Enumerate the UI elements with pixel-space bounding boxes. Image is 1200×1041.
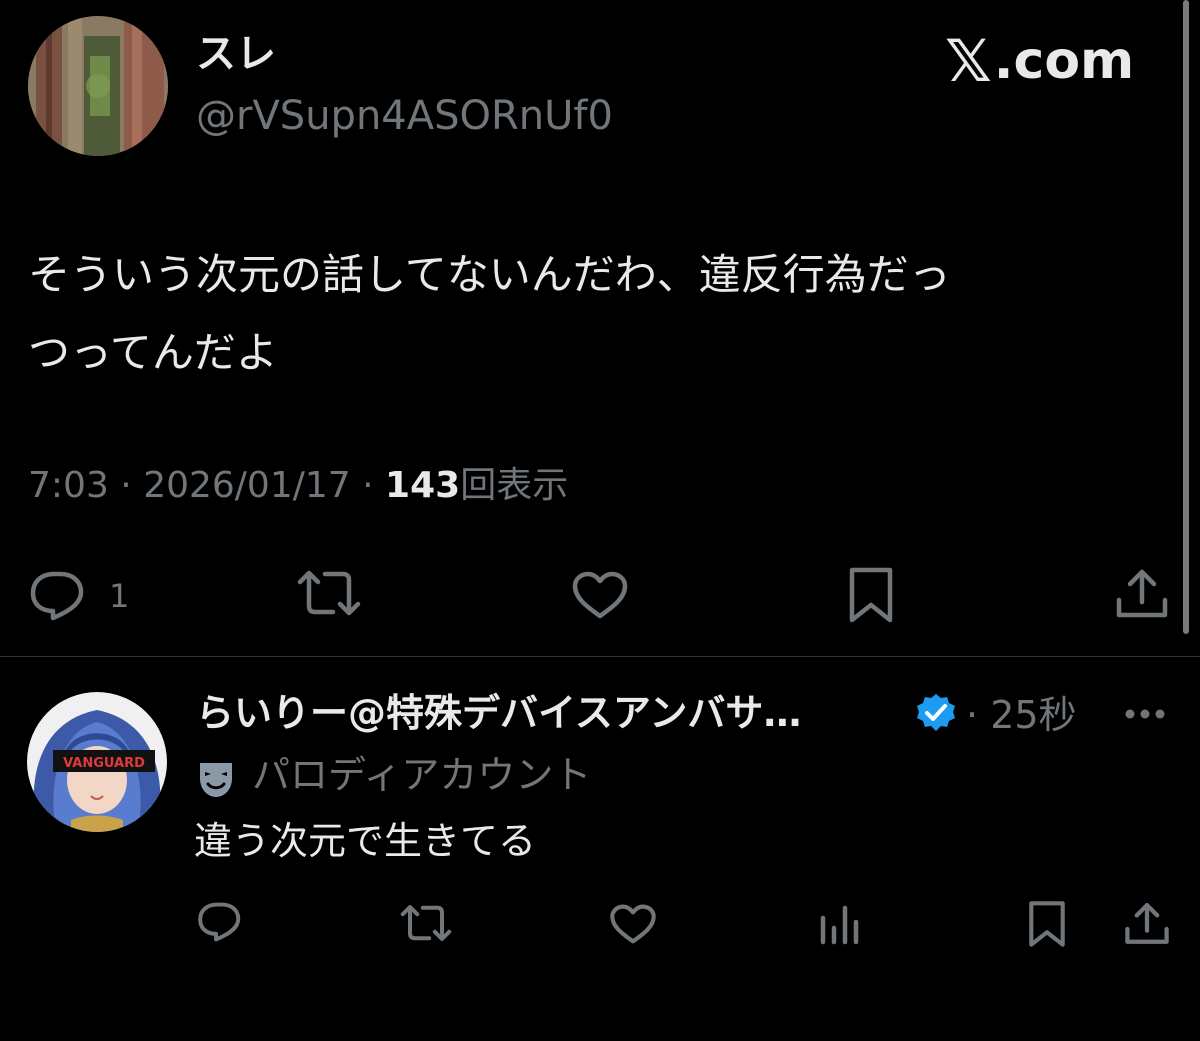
bookmark-icon — [1029, 901, 1065, 947]
views-label: 回表示 — [460, 465, 569, 506]
like-button[interactable] — [571, 570, 629, 620]
reply-display-name[interactable]: らいりー@特殊デバイスアンバサ… — [196, 694, 801, 732]
main-tweet-display-name[interactable]: スレ — [196, 34, 276, 74]
anime-avatar-image: VANGUARD — [27, 692, 167, 832]
tweet-divider — [0, 656, 1200, 657]
reply-count: 1 — [109, 577, 130, 615]
reply-avatar[interactable]: VANGUARD — [27, 692, 167, 832]
meta-separator: · — [966, 693, 979, 737]
main-tweet-text: そういう次元の話してないんだわ、違反行為だっ つってんだよ — [28, 250, 951, 377]
tweet-date: 2026/01/17 — [143, 465, 351, 506]
reply-share-button[interactable] — [1124, 900, 1170, 946]
scrollbar[interactable] — [1183, 0, 1189, 634]
verified-badge-icon — [915, 692, 957, 738]
reply-bookmark-button[interactable] — [1028, 900, 1066, 948]
heart-icon — [572, 571, 628, 619]
main-tweet-handle[interactable]: @rVSupn4ASORnUf0 — [196, 96, 613, 136]
theater-mask-icon — [197, 760, 235, 804]
retweet-icon — [400, 905, 452, 941]
meta-separator: · — [362, 465, 386, 506]
share-icon — [1125, 902, 1169, 944]
reply-bubble-icon — [198, 902, 241, 942]
more-options-button[interactable] — [1124, 706, 1166, 725]
views-count: 143 — [385, 465, 461, 506]
share-button[interactable] — [1115, 566, 1169, 620]
bookmark-icon — [849, 567, 893, 623]
brand-domain: .com — [993, 31, 1135, 91]
meta-separator: · — [120, 465, 144, 506]
reply-like-button[interactable] — [609, 903, 657, 945]
views-chart-icon — [820, 905, 859, 945]
x-logo-icon: 𝕏 — [945, 27, 992, 95]
reply-retweet-button[interactable] — [400, 903, 452, 943]
reply-button[interactable]: 1 — [29, 570, 129, 622]
main-tweet-avatar[interactable] — [28, 16, 168, 156]
reply-time-value: 25秒 — [990, 693, 1077, 737]
bookmark-button[interactable] — [848, 567, 894, 623]
reply-text: 違う次元で生きてる — [194, 819, 537, 863]
main-tweet-meta: 7:03 · 2026/01/17 · 143回表示 — [28, 468, 568, 504]
retweet-button[interactable] — [297, 568, 361, 618]
heart-icon — [610, 904, 656, 944]
parody-account-label: パロディアカウント — [252, 753, 592, 797]
reply-reply-button[interactable] — [197, 900, 243, 944]
more-dots-icon — [1125, 709, 1165, 719]
retweet-icon — [297, 570, 361, 616]
avatar-vanguard-text: VANGUARD — [63, 756, 145, 771]
share-icon — [1116, 569, 1168, 618]
forest-avatar-image — [28, 16, 168, 156]
reply-views-button[interactable] — [818, 904, 862, 946]
reply-time[interactable]: · 25秒 — [966, 696, 1077, 734]
tweet-time: 7:03 — [28, 465, 109, 506]
reply-bubble-icon — [30, 571, 84, 621]
x-com-watermark: 𝕏 .com — [945, 32, 1134, 90]
